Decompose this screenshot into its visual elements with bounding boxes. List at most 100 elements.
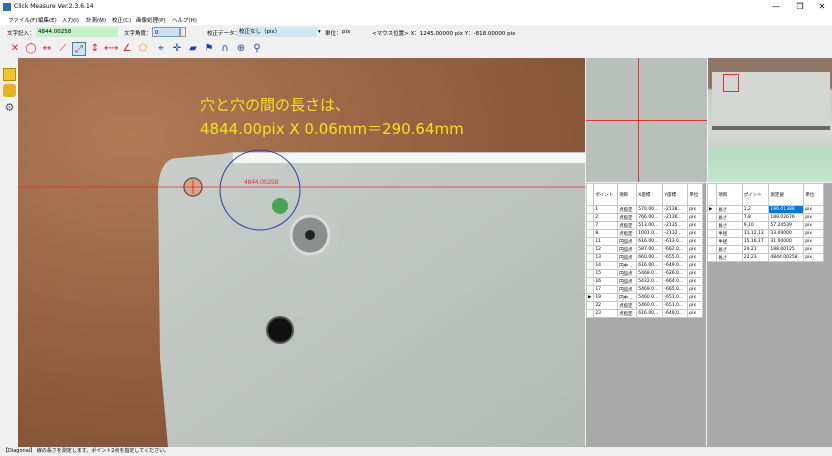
table-cell[interactable]: pix bbox=[687, 205, 703, 214]
table-cell[interactable]: pix bbox=[687, 245, 703, 254]
angle-spinner[interactable] bbox=[180, 27, 186, 37]
table-cell[interactable]: -651.0... bbox=[662, 293, 689, 302]
table-cell[interactable]: 33.00000 bbox=[768, 229, 805, 238]
table-cell[interactable]: 14 bbox=[593, 261, 619, 270]
target-icon[interactable]: ⊕ bbox=[234, 42, 248, 56]
table-row[interactable]: 11 円弧点 616.00... -613.0... pix bbox=[586, 237, 703, 246]
folder-icon[interactable] bbox=[3, 68, 16, 81]
table-cell[interactable]: 5460.0... bbox=[636, 293, 664, 302]
table-cell[interactable]: 1 bbox=[593, 205, 619, 214]
table-cell[interactable]: pix bbox=[803, 253, 824, 262]
table-cell[interactable]: 円中... bbox=[617, 293, 638, 302]
table-row[interactable]: 長さ 20,21 188.00125 pix bbox=[707, 245, 824, 254]
table-row[interactable]: ▶ 長さ 1,2 196.01388 pix bbox=[707, 205, 824, 214]
table-cell[interactable]: 616.00... bbox=[636, 261, 664, 270]
table-cell[interactable]: 31.00000 bbox=[768, 237, 805, 246]
horizontal-length-icon[interactable]: ↔ bbox=[40, 42, 54, 56]
table-cell[interactable]: pix bbox=[687, 293, 703, 302]
line-length-icon[interactable]: ⟷ bbox=[104, 42, 118, 56]
table-cell[interactable]: 点指定 bbox=[617, 229, 638, 238]
delete-icon[interactable]: ✕ bbox=[8, 42, 22, 56]
table-row[interactable]: 13 円弧点 660.00... -655.0... pix bbox=[586, 253, 703, 262]
table-row[interactable]: 長さ 22,23 4844.00258 pix bbox=[707, 253, 824, 262]
table-cell[interactable]: 57.24539 bbox=[768, 221, 805, 230]
table-cell[interactable]: 20,21 bbox=[741, 245, 770, 254]
table-cell[interactable]: 587.00... bbox=[636, 245, 664, 254]
table-cell[interactable]: 196.01388 bbox=[768, 205, 805, 214]
table-cell[interactable]: 5468.0... bbox=[636, 269, 664, 278]
table-cell[interactable]: 11 bbox=[593, 237, 619, 246]
table-cell[interactable]: 660.00... bbox=[636, 253, 664, 262]
table-cell[interactable]: pix bbox=[803, 229, 824, 238]
angle-icon[interactable]: ∠ bbox=[120, 42, 134, 56]
points-header-y[interactable]: Y座標 bbox=[662, 183, 689, 206]
table-cell[interactable]: pix bbox=[803, 245, 824, 254]
crosshair-icon[interactable]: ⌖ bbox=[154, 42, 168, 56]
table-cell[interactable]: -2138... bbox=[662, 205, 689, 214]
table-cell[interactable]: 点指定 bbox=[617, 205, 638, 214]
menu-file[interactable]: ファイル(F) bbox=[8, 16, 37, 24]
table-cell[interactable]: pix bbox=[803, 213, 824, 222]
text-angle-field[interactable]: 0 bbox=[152, 27, 180, 37]
table-cell[interactable]: 円弧点 bbox=[617, 245, 638, 254]
table-row[interactable]: ▶ 19 円中... 5460.0... -651.0... pix bbox=[586, 293, 703, 302]
table-cell[interactable]: 5432.0... bbox=[636, 277, 664, 286]
measure-header-point[interactable]: ポイント bbox=[741, 183, 770, 206]
table-cell[interactable]: pix bbox=[803, 205, 824, 214]
table-cell[interactable]: 12 bbox=[593, 245, 619, 254]
table-cell[interactable]: 7,8 bbox=[741, 213, 770, 222]
table-cell[interactable]: 長さ bbox=[716, 213, 743, 222]
table-row[interactable]: 長さ 9,10 57.24539 pix bbox=[707, 221, 824, 230]
polyline-icon[interactable]: ⟋ bbox=[56, 42, 70, 56]
points-header-point[interactable]: ポイント bbox=[593, 183, 619, 206]
table-cell[interactable]: 点指定 bbox=[617, 213, 638, 222]
table-cell[interactable]: 円中... bbox=[617, 261, 638, 270]
table-cell[interactable]: pix bbox=[687, 213, 703, 222]
menu-calibrate[interactable]: 校正(C) bbox=[112, 16, 131, 24]
table-row[interactable]: 17 円弧点 5469.0... -665.0... pix bbox=[586, 285, 703, 294]
table-cell[interactable]: 長さ bbox=[716, 221, 743, 230]
table-cell[interactable]: -2135... bbox=[662, 221, 689, 230]
table-row[interactable]: 22 点指定 5460.0... -651.0... pix bbox=[586, 301, 703, 310]
table-cell[interactable]: -651.0... bbox=[662, 301, 689, 310]
table-cell[interactable]: 16 bbox=[593, 277, 619, 286]
table-cell[interactable]: 長さ bbox=[716, 205, 743, 214]
table-cell[interactable]: 円弧点 bbox=[617, 277, 638, 286]
table-row[interactable]: 2 点指定 766.00... -2136... pix bbox=[586, 213, 703, 222]
points-header-unit[interactable]: 単位 bbox=[687, 183, 703, 206]
table-cell[interactable]: 8 bbox=[593, 229, 619, 238]
table-row[interactable]: 23 点指定 616.00... -649.0... pix bbox=[586, 309, 703, 318]
table-cell[interactable]: 22 bbox=[593, 301, 619, 310]
table-cell[interactable]: pix bbox=[687, 309, 703, 318]
table-cell[interactable]: 1,2 bbox=[741, 205, 770, 214]
gear-icon[interactable]: ⚙ bbox=[3, 101, 16, 114]
table-cell[interactable]: 半径 bbox=[716, 229, 743, 238]
table-cell[interactable]: -2136... bbox=[662, 213, 689, 222]
table-cell[interactable]: -664.0... bbox=[662, 277, 689, 286]
table-cell[interactable]: 766.00... bbox=[636, 213, 664, 222]
menu-edit[interactable]: 編集(E) bbox=[38, 16, 57, 24]
table-row[interactable]: 16 円弧点 5432.0... -664.0... pix bbox=[586, 277, 703, 286]
maximize-button[interactable]: ❐ bbox=[790, 1, 810, 13]
table-cell[interactable]: 円弧点 bbox=[617, 269, 638, 278]
table-cell[interactable]: pix bbox=[687, 253, 703, 262]
calib-data-field[interactable]: 校正なし（pix） bbox=[237, 27, 317, 37]
table-cell[interactable]: -626.0... bbox=[662, 269, 689, 278]
table-cell[interactable]: 点指定 bbox=[617, 301, 638, 310]
table-cell[interactable]: pix bbox=[687, 221, 703, 230]
table-cell[interactable]: 616.00... bbox=[636, 237, 664, 246]
table-cell[interactable]: pix bbox=[687, 285, 703, 294]
table-cell[interactable]: 188.00125 bbox=[768, 245, 805, 254]
table-cell[interactable]: 円弧点 bbox=[617, 285, 638, 294]
table-cell[interactable]: 2 bbox=[593, 213, 619, 222]
table-cell[interactable]: 15 bbox=[593, 269, 619, 278]
table-cell[interactable]: 5469.0... bbox=[636, 285, 664, 294]
table-cell[interactable]: 円弧点 bbox=[617, 253, 638, 262]
table-row[interactable]: 14 円中... 616.00... -649.0... pix bbox=[586, 261, 703, 270]
points-header-x[interactable]: X座標 bbox=[636, 183, 664, 206]
table-cell[interactable]: 4844.00258 bbox=[768, 253, 805, 262]
table-row[interactable]: 半径 15,16,17 31.00000 pix bbox=[707, 237, 824, 246]
table-cell[interactable]: -613.0... bbox=[662, 237, 689, 246]
menu-measure[interactable]: 計測(M) bbox=[86, 16, 106, 24]
table-cell[interactable]: pix bbox=[803, 237, 824, 246]
